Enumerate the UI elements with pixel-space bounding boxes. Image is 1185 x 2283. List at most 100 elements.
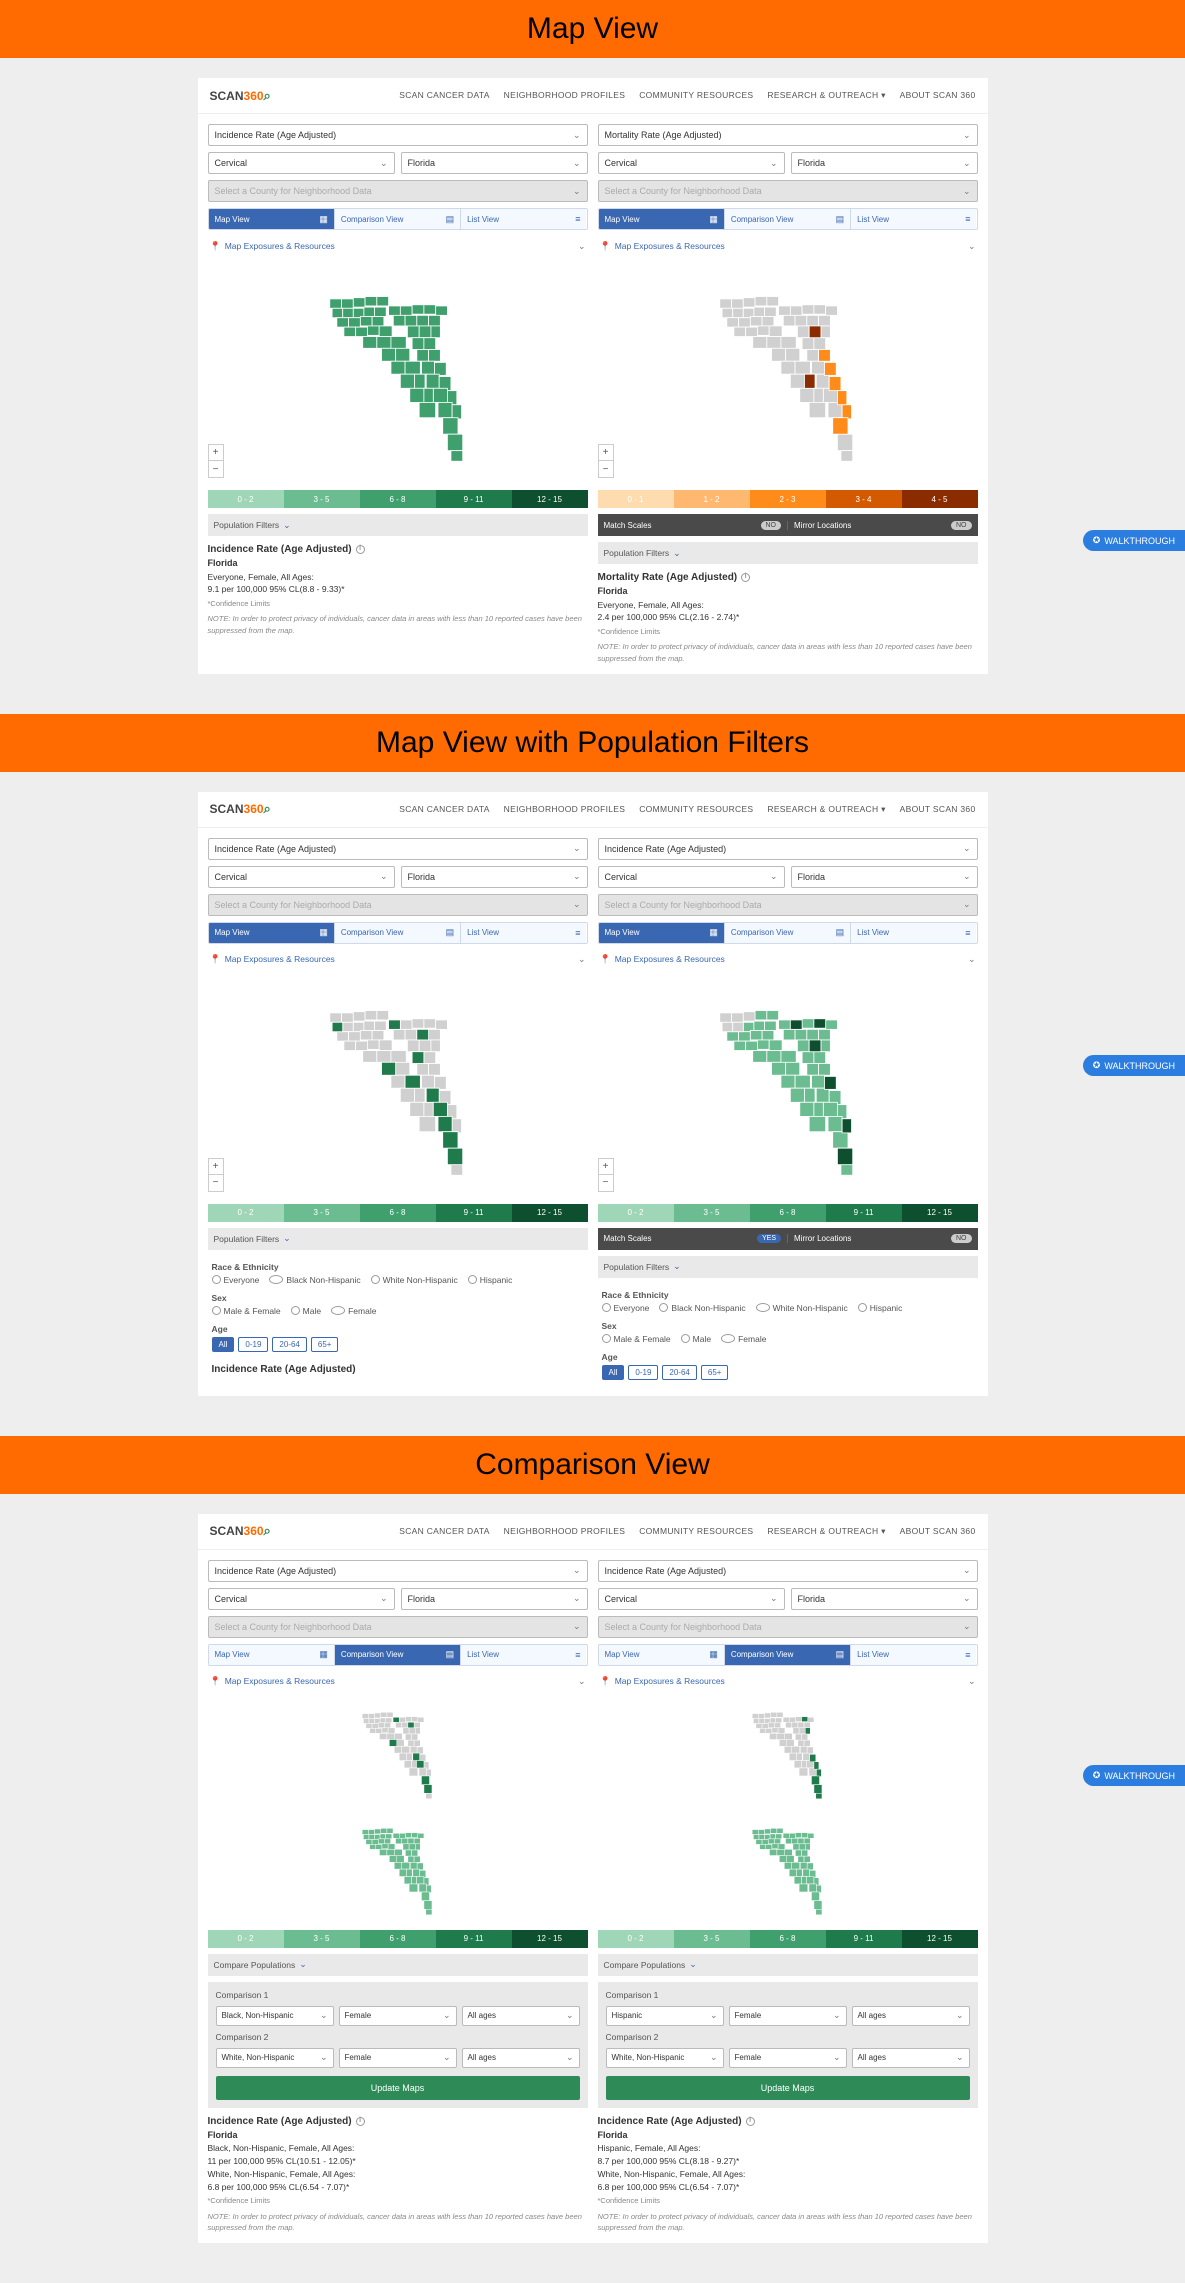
walkthrough-button[interactable]: ✪WALKTHROUGH xyxy=(1083,1765,1185,1786)
region-select[interactable]: Florida⌄ xyxy=(401,152,588,174)
exposures-link[interactable]: 📍Map Exposures & Resources⌄ xyxy=(598,1672,978,1692)
nav-link[interactable]: NEIGHBORHOOD PROFILES xyxy=(504,90,626,101)
walkthrough-button[interactable]: ✪WALKTHROUGH xyxy=(1083,530,1185,551)
radio-option[interactable]: Everyone xyxy=(602,1303,650,1313)
region-select[interactable]: Florida⌄ xyxy=(791,152,978,174)
logo[interactable]: SCAN360⌕ xyxy=(210,801,271,817)
radio-option[interactable]: Black Non-Hispanic xyxy=(269,1275,360,1285)
map[interactable]: +− xyxy=(598,982,978,1192)
radio-option[interactable]: Female xyxy=(331,1306,376,1316)
comp1-age-select[interactable]: All ages⌄ xyxy=(852,2006,970,2026)
update-maps-button[interactable]: Update Maps xyxy=(606,2076,970,2100)
nav-link[interactable]: COMMUNITY RESOURCES xyxy=(639,90,753,101)
tab-map-view[interactable]: Map View▦ xyxy=(599,923,725,943)
age-button[interactable]: 20-64 xyxy=(662,1365,696,1380)
comp2-race-select[interactable]: White, Non-Hispanic⌄ xyxy=(606,2048,724,2068)
nav-link[interactable]: RESEARCH & OUTREACH ▾ xyxy=(767,1526,885,1537)
site-select[interactable]: Cervical⌄ xyxy=(598,866,785,888)
exposures-link[interactable]: 📍Map Exposures & Resources⌄ xyxy=(598,950,978,970)
toggle-match-scales[interactable]: YES xyxy=(757,1234,781,1243)
measure-select[interactable]: Incidence Rate (Age Adjusted)⌄ xyxy=(208,1560,588,1582)
radio-option[interactable]: Everyone xyxy=(212,1275,260,1285)
comp1-sex-select[interactable]: Female⌄ xyxy=(729,2006,847,2026)
radio-option[interactable]: Hispanic xyxy=(468,1275,513,1285)
nav-link[interactable]: RESEARCH & OUTREACH ▾ xyxy=(767,90,885,101)
tab-comparison-view[interactable]: Comparison View▤ xyxy=(725,923,851,943)
exposures-link[interactable]: 📍Map Exposures & Resources⌄ xyxy=(598,236,978,256)
comparison-map-1[interactable] xyxy=(598,1698,978,1808)
radio-option[interactable]: Female xyxy=(721,1334,766,1344)
county-select[interactable]: Select a County for Neighborhood Data⌄ xyxy=(208,1616,588,1638)
age-button[interactable]: 20-64 xyxy=(272,1337,306,1352)
tab-list-view[interactable]: List View≡ xyxy=(851,1645,976,1665)
exposures-link[interactable]: 📍Map Exposures & Resources⌄ xyxy=(208,950,588,970)
tab-map-view[interactable]: Map View▦ xyxy=(209,923,335,943)
radio-option[interactable]: White Non-Hispanic xyxy=(756,1303,848,1313)
tab-map-view[interactable]: Map View▦ xyxy=(209,209,335,229)
exposures-link[interactable]: 📍Map Exposures & Resources⌄ xyxy=(208,1672,588,1692)
site-select[interactable]: Cervical⌄ xyxy=(208,1588,395,1610)
age-button[interactable]: 0-19 xyxy=(238,1337,268,1352)
walkthrough-button[interactable]: ✪WALKTHROUGH xyxy=(1083,1055,1185,1076)
tab-comparison-view[interactable]: Comparison View▤ xyxy=(335,1645,461,1665)
info-icon[interactable]: i xyxy=(356,545,365,554)
zoom-out[interactable]: − xyxy=(599,461,613,477)
comp2-sex-select[interactable]: Female⌄ xyxy=(339,2048,457,2068)
site-select[interactable]: Cervical⌄ xyxy=(208,866,395,888)
measure-select[interactable]: Incidence Rate (Age Adjusted)⌄ xyxy=(208,124,588,146)
map[interactable]: + − xyxy=(208,268,588,478)
tab-comparison-view[interactable]: Comparison View▤ xyxy=(725,1645,851,1665)
comp1-race-select[interactable]: Hispanic⌄ xyxy=(606,2006,724,2026)
nav-link[interactable]: SCAN CANCER DATA xyxy=(399,804,489,815)
measure-select[interactable]: Incidence Rate (Age Adjusted)⌄ xyxy=(208,838,588,860)
tab-comparison-view[interactable]: Comparison View▤ xyxy=(335,209,461,229)
age-button[interactable]: 65+ xyxy=(701,1365,729,1380)
county-select[interactable]: Select a County for Neighborhood Data⌄ xyxy=(598,1616,978,1638)
nav-link[interactable]: SCAN CANCER DATA xyxy=(399,90,489,101)
nav-link[interactable]: SCAN CANCER DATA xyxy=(399,1526,489,1537)
florida-map[interactable] xyxy=(313,273,483,473)
map[interactable]: +− xyxy=(598,268,978,478)
tab-map-view[interactable]: Map View▦ xyxy=(599,209,725,229)
measure-select[interactable]: Incidence Rate (Age Adjusted)⌄ xyxy=(598,1560,978,1582)
site-select[interactable]: Cervical⌄ xyxy=(598,1588,785,1610)
region-select[interactable]: Florida⌄ xyxy=(791,866,978,888)
tab-list-view[interactable]: List View≡ xyxy=(851,209,976,229)
nav-link[interactable]: RESEARCH & OUTREACH ▾ xyxy=(767,804,885,815)
toggle-match-scales[interactable]: NO xyxy=(761,521,782,530)
nav-link[interactable]: NEIGHBORHOOD PROFILES xyxy=(504,1526,626,1537)
tab-list-view[interactable]: List View≡ xyxy=(461,923,586,943)
compare-populations-toggle[interactable]: Compare Populations⌄ xyxy=(598,1954,978,1976)
tab-list-view[interactable]: List View≡ xyxy=(851,923,976,943)
update-maps-button[interactable]: Update Maps xyxy=(216,2076,580,2100)
age-button[interactable]: All xyxy=(602,1365,625,1380)
comp1-age-select[interactable]: All ages⌄ xyxy=(462,2006,580,2026)
comparison-map-2[interactable] xyxy=(598,1814,978,1924)
tab-map-view[interactable]: Map View▦ xyxy=(599,1645,725,1665)
site-select[interactable]: Cervical⌄ xyxy=(208,152,395,174)
radio-option[interactable]: Hispanic xyxy=(858,1303,903,1313)
comp1-sex-select[interactable]: Female⌄ xyxy=(339,2006,457,2026)
nav-link[interactable]: COMMUNITY RESOURCES xyxy=(639,1526,753,1537)
zoom-in[interactable]: + xyxy=(209,1159,223,1175)
population-filters-toggle[interactable]: Population Filters⌄ xyxy=(208,514,588,536)
nav-link[interactable]: NEIGHBORHOOD PROFILES xyxy=(504,804,626,815)
tab-list-view[interactable]: List View≡ xyxy=(461,1645,586,1665)
zoom-out[interactable]: − xyxy=(209,1175,223,1191)
zoom-out[interactable]: − xyxy=(599,1175,613,1191)
site-select[interactable]: Cervical⌄ xyxy=(598,152,785,174)
logo[interactable]: SCAN360⌕ xyxy=(210,88,271,104)
comparison-map-2[interactable] xyxy=(208,1814,588,1924)
comp1-race-select[interactable]: Black, Non-Hispanic⌄ xyxy=(216,2006,334,2026)
age-button[interactable]: 0-19 xyxy=(628,1365,658,1380)
region-select[interactable]: Florida⌄ xyxy=(791,1588,978,1610)
radio-option[interactable]: White Non-Hispanic xyxy=(371,1275,458,1285)
county-select[interactable]: Select a County for Neighborhood Data⌄ xyxy=(598,894,978,916)
toggle-mirror-locations[interactable]: NO xyxy=(951,521,972,530)
radio-option[interactable]: Male & Female xyxy=(602,1334,671,1344)
radio-option[interactable]: Male & Female xyxy=(212,1306,281,1316)
comp2-age-select[interactable]: All ages⌄ xyxy=(462,2048,580,2068)
zoom-out[interactable]: − xyxy=(209,461,223,477)
comp2-sex-select[interactable]: Female⌄ xyxy=(729,2048,847,2068)
tab-comparison-view[interactable]: Comparison View▤ xyxy=(335,923,461,943)
